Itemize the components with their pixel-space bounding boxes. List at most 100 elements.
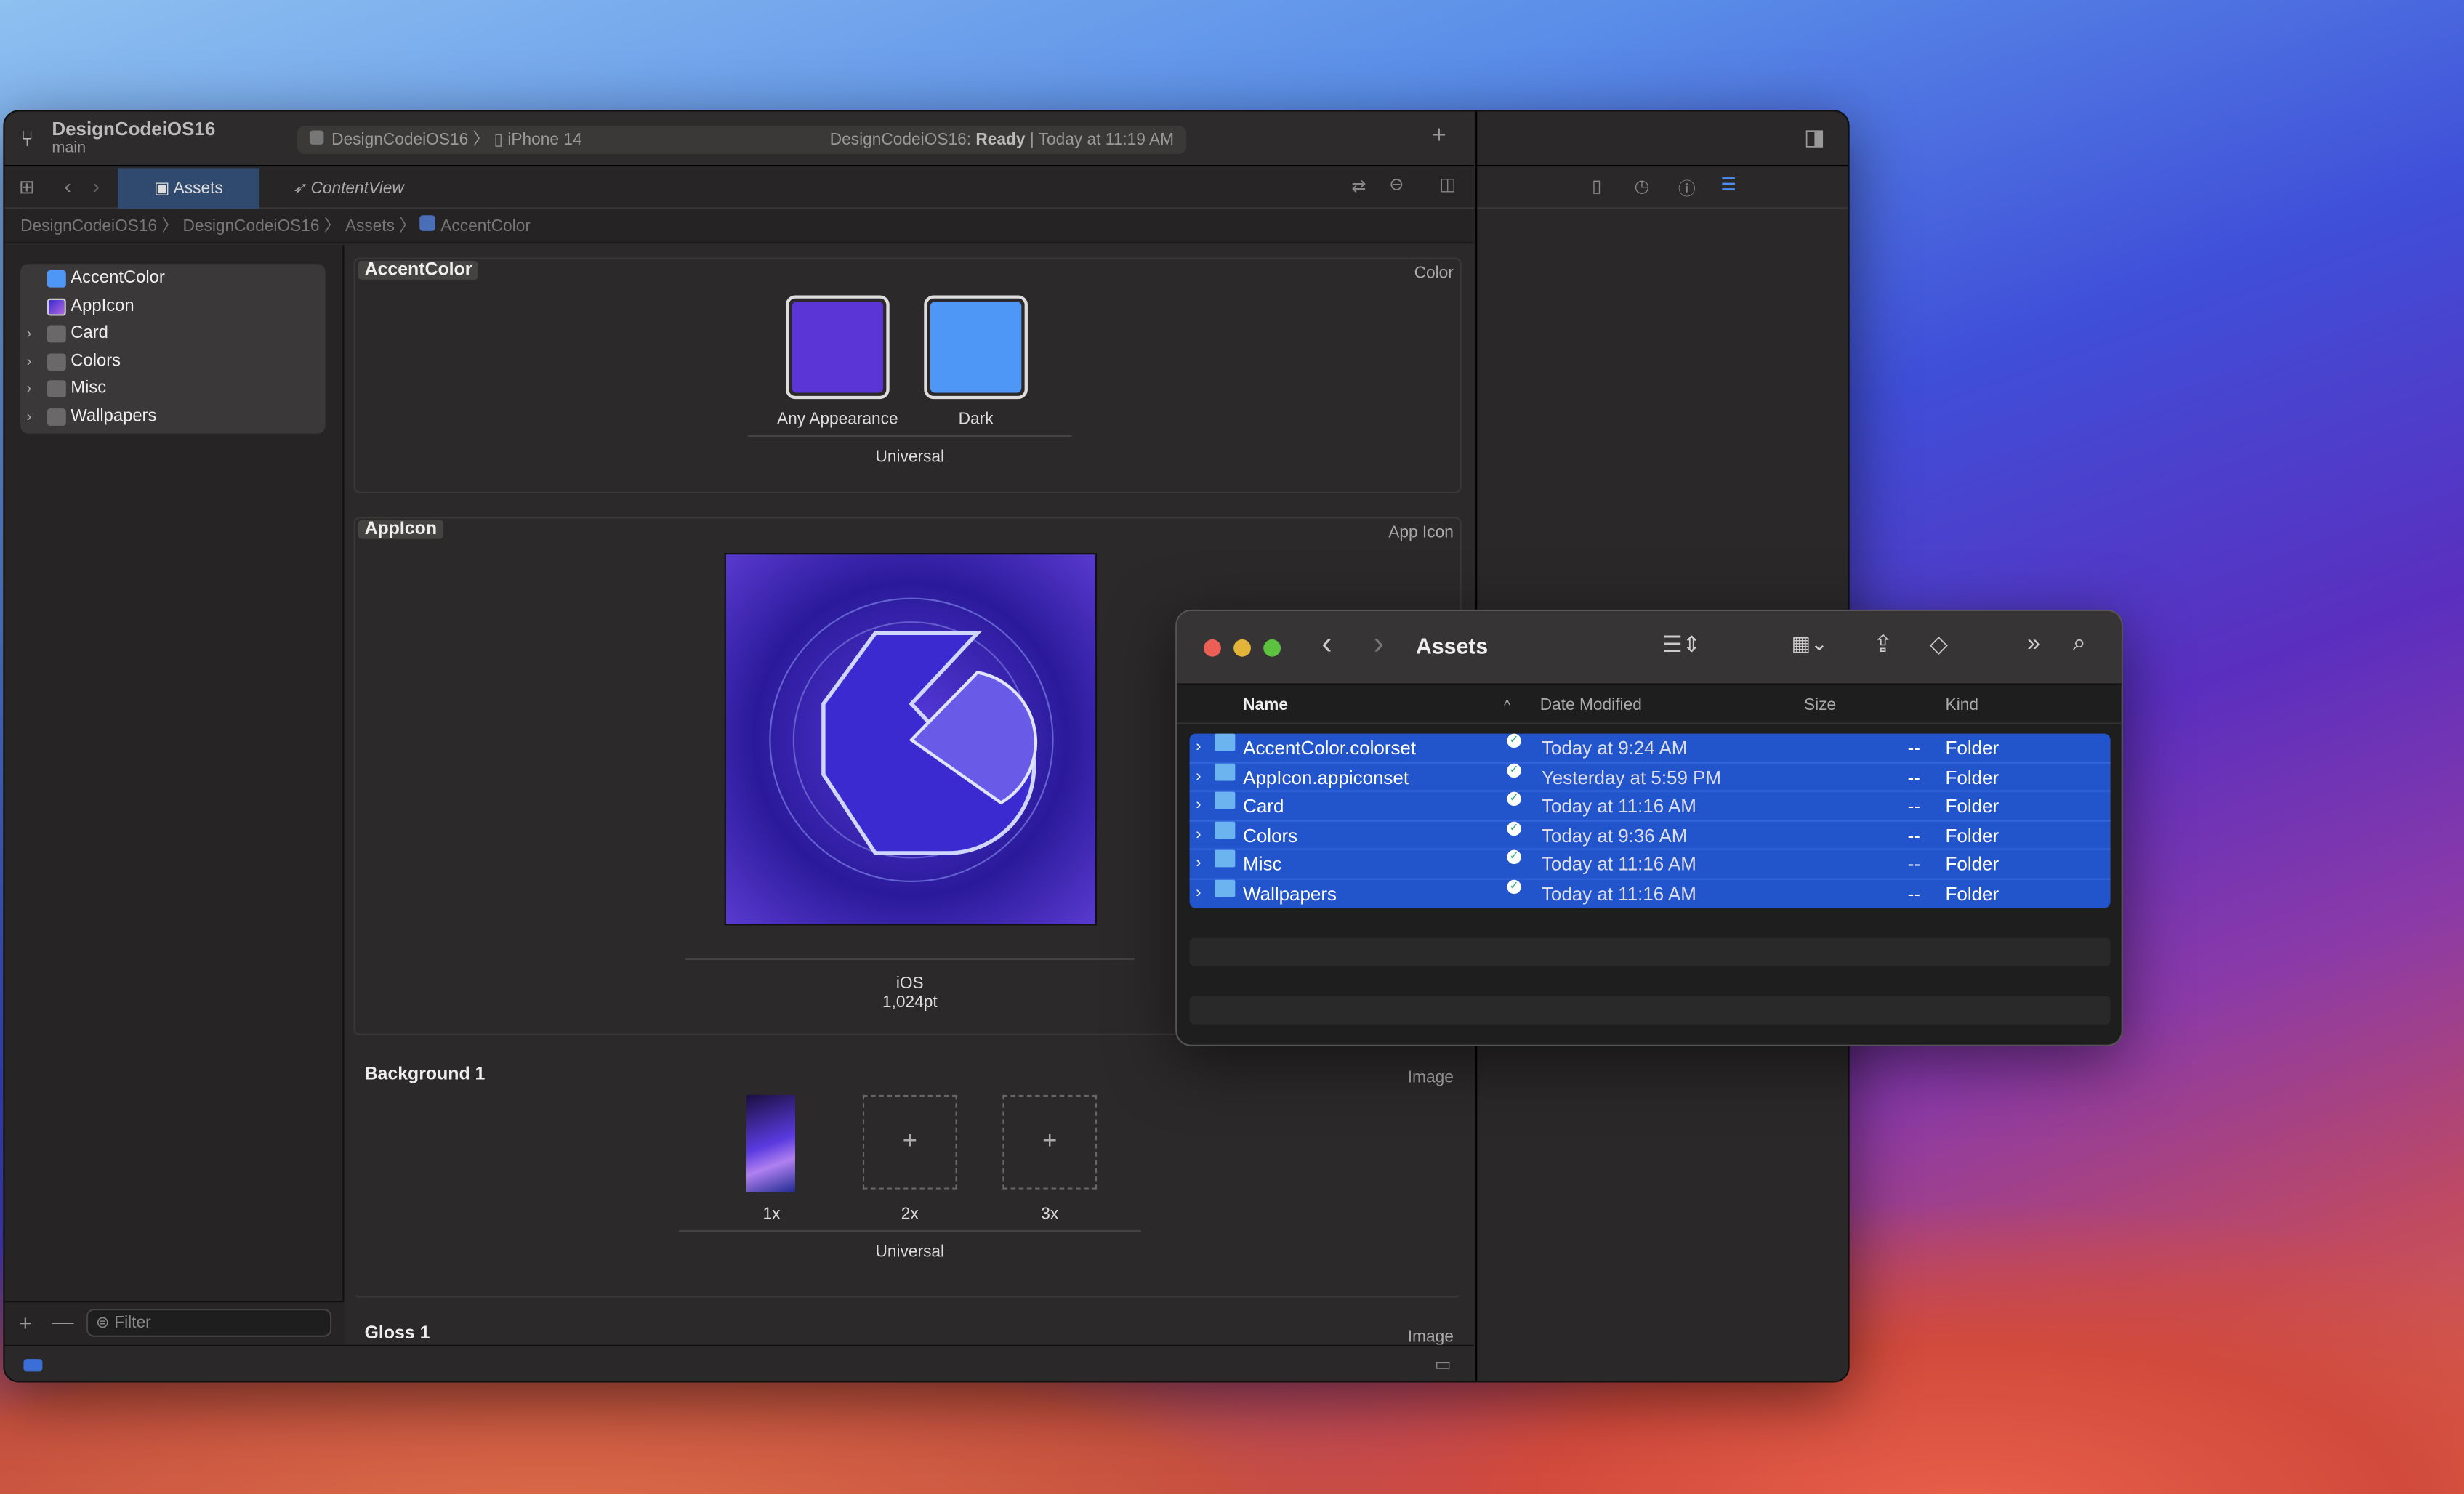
file-row[interactable]: › Colors ✓ Today at 9:36 AM -- Folder <box>1189 820 2111 850</box>
breadcrumb-item[interactable]: DesignCodeiOS16 <box>182 217 319 235</box>
breadcrumb-item[interactable]: AccentColor <box>440 217 531 235</box>
navigator-sidebar: AccentColor AppIcon › Card › Colors › Misc … <box>4 245 345 1345</box>
column-name[interactable]: Name <box>1243 687 1288 724</box>
file-row[interactable]: › Wallpapers ✓ Today at 11:16 AM -- Folder <box>1190 879 2111 908</box>
image-1x-thumbnail[interactable] <box>746 1094 795 1192</box>
divider <box>748 435 1072 437</box>
sort-ascending-icon[interactable]: ^ <box>1504 687 1510 724</box>
split-editor-icon[interactable]: ◫ <box>1439 174 1455 195</box>
remove-asset-button[interactable]: — <box>52 1309 73 1334</box>
search-icon[interactable]: ⌕ <box>2073 630 2086 657</box>
swift-icon: ➶ <box>292 179 311 198</box>
tab-contentview[interactable]: ➶ ContentView <box>292 168 404 209</box>
add-icon[interactable]: + <box>1432 123 1446 151</box>
plus-icon: + <box>1042 1128 1058 1155</box>
column-header: Name ^ Date Modified Size Kind <box>1177 687 2122 724</box>
add-asset-button[interactable]: + <box>19 1310 32 1336</box>
chevron-right-icon[interactable]: › <box>27 320 31 348</box>
section-type: Image <box>1407 1068 1454 1088</box>
more-toolbar-icon[interactable]: » <box>2027 630 2040 657</box>
color-swatch-icon <box>47 270 66 288</box>
disclosure-chevron-icon[interactable]: › <box>1196 734 1201 763</box>
image-2x-slot[interactable]: + <box>862 1094 957 1190</box>
breadcrumb-item[interactable]: DesignCodeiOS16 <box>20 217 157 235</box>
app-icon-image[interactable] <box>724 553 1098 926</box>
folder-icon <box>1215 733 1236 751</box>
disclosure-chevron-icon[interactable]: › <box>1196 850 1201 879</box>
project-name: DesignCodeiOS16 <box>52 118 216 140</box>
file-size: -- <box>1907 852 1920 876</box>
forward-icon[interactable]: › <box>93 174 100 198</box>
column-size[interactable]: Size <box>1804 687 1836 724</box>
disclosure-chevron-icon[interactable]: › <box>1196 879 1201 908</box>
synced-check-icon: ✓ <box>1507 733 1521 748</box>
back-icon[interactable]: ‹ <box>65 174 71 198</box>
any-appearance-swatch[interactable] <box>786 295 890 400</box>
back-icon[interactable]: ‹ <box>1321 627 1332 663</box>
chevron-right-icon[interactable]: › <box>27 404 31 432</box>
chevron-right-icon[interactable]: › <box>27 376 31 404</box>
color-swatch-icon <box>420 215 436 231</box>
close-button[interactable] <box>1204 639 1221 657</box>
desktop: ⑂ DesignCodeiOS16 main DesignCodeiOS16 〉… <box>0 0 2464 1494</box>
tab-bar: ⊞ ‹ › ▣ Assets ➶ ContentView ⇄ ⊖ ◫ <box>4 168 1474 209</box>
disclosure-chevron-icon[interactable]: › <box>1196 792 1201 821</box>
build-status: DesignCodeiOS16: Ready | Today at 11:19 … <box>829 130 1175 150</box>
dark-swatch[interactable] <box>924 295 1028 400</box>
file-name: AccentColor.colorset <box>1243 736 1417 759</box>
grid-icon[interactable]: ⊞ <box>19 176 35 198</box>
file-kind: Folder <box>1945 736 2000 759</box>
column-date-modified[interactable]: Date Modified <box>1540 687 1642 724</box>
more-icon[interactable]: ⊖ <box>1389 174 1404 195</box>
section-type: App Icon <box>1388 522 1454 542</box>
breadcrumb-item[interactable]: Assets <box>345 217 395 235</box>
asset-item[interactable]: AccentColor <box>20 265 325 293</box>
asset-item[interactable]: › Colors <box>20 348 325 376</box>
swap-icon[interactable]: ⇄ <box>1351 176 1366 196</box>
synced-check-icon: ✓ <box>1507 820 1521 836</box>
debug-area-toggle-icon[interactable] <box>23 1359 43 1372</box>
file-row[interactable]: › Card ✓ Today at 11:16 AM -- Folder <box>1189 791 2111 821</box>
section-title: Gloss 1 <box>364 1324 430 1344</box>
list-view-icon[interactable]: ☰⇕ <box>1662 631 1700 658</box>
attributes-inspector-icon[interactable]: ☰ <box>1720 174 1736 195</box>
file-row[interactable]: › Misc ✓ Today at 11:16 AM -- Folder <box>1189 849 2111 879</box>
file-kind: Folder <box>1945 765 2000 788</box>
disclosure-chevron-icon[interactable]: › <box>1196 763 1201 792</box>
filter-input[interactable]: ⊜ Filter <box>86 1308 332 1337</box>
history-inspector-icon[interactable]: ◷ <box>1634 176 1649 196</box>
group-icon[interactable]: ▦⌄ <box>1792 631 1828 657</box>
tag-icon[interactable]: ◇ <box>1930 630 1948 658</box>
asset-item[interactable]: › Card <box>20 320 325 348</box>
forward-icon[interactable]: › <box>1374 627 1384 663</box>
assets-icon: ▣ <box>154 179 174 198</box>
file-inspector-icon[interactable]: ▯ <box>1592 176 1601 196</box>
image-3x-slot[interactable]: + <box>1002 1094 1098 1190</box>
file-kind: Folder <box>1945 823 2000 847</box>
console-toggle-icon[interactable]: ▭ <box>1435 1354 1451 1375</box>
column-kind[interactable]: Kind <box>1946 687 1978 724</box>
tab-assets[interactable]: ▣ Assets <box>118 168 259 209</box>
share-icon[interactable]: ⇪ <box>1873 630 1893 658</box>
asset-item[interactable]: › Misc <box>20 376 325 404</box>
file-row[interactable]: › AccentColor.colorset ✓ Today at 9:24 AM --… <box>1189 733 2111 763</box>
file-date: Today at 9:36 AM <box>1541 823 1688 847</box>
zoom-button[interactable] <box>1263 639 1281 657</box>
asset-item[interactable]: › Wallpapers <box>20 404 325 432</box>
toggle-inspector-icon[interactable]: ◨ <box>1804 124 1825 151</box>
dark-label: Dark <box>958 410 994 429</box>
scheme-target[interactable]: DesignCodeiOS16 <box>331 130 468 149</box>
empty-row <box>1189 996 2111 1025</box>
disclosure-chevron-icon[interactable]: › <box>1196 821 1201 850</box>
chevron-right-icon[interactable]: › <box>27 348 31 376</box>
file-row[interactable]: › AppIcon.appiconset ✓ Yesterday at 5:59 PM… <box>1189 762 2111 792</box>
debug-bar: ▭ <box>4 1344 1474 1381</box>
folder-icon <box>47 408 66 426</box>
branch-icon[interactable]: ⑂ <box>20 126 33 151</box>
help-inspector-icon[interactable]: ⓘ <box>1678 176 1696 201</box>
scheme-activity-bar[interactable]: DesignCodeiOS16 〉 ▯ iPhone 14 DesignCode… <box>297 125 1187 154</box>
minimize-button[interactable] <box>1233 639 1251 657</box>
scheme-device[interactable]: iPhone 14 <box>507 130 581 149</box>
breadcrumb: DesignCodeiOS16 〉 DesignCodeiOS16 〉 Asse… <box>4 209 1474 244</box>
asset-item[interactable]: AppIcon <box>20 293 325 320</box>
